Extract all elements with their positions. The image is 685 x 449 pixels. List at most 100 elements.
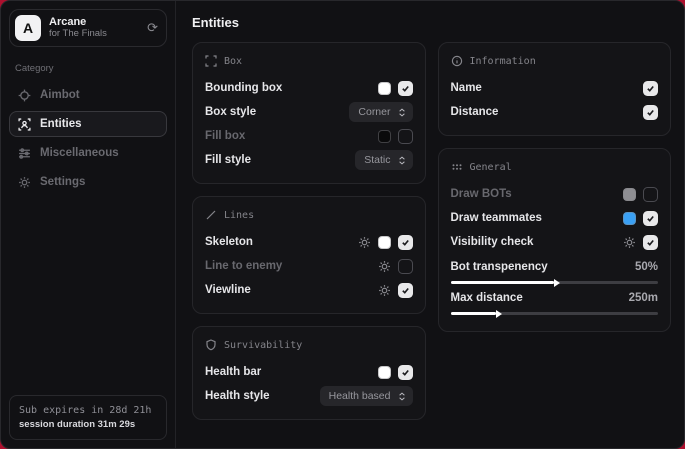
diagonal-line-icon (205, 209, 217, 221)
checkbox[interactable] (398, 235, 413, 250)
information-section: Information Name Distance (438, 42, 672, 136)
sidebar-item-miscellaneous[interactable]: Miscellaneous (9, 140, 167, 166)
setting-label: Viewline (205, 284, 251, 296)
section-title: Lines (224, 210, 254, 221)
setting-row-line-to-enemy: Line to enemy (205, 255, 413, 277)
chevron-up-down-icon (398, 391, 406, 402)
lines-section: Lines Skeleton Line to enemy (192, 196, 426, 314)
sidebar-item-entities[interactable]: Entities (9, 111, 167, 137)
setting-row-name: Name (451, 77, 659, 99)
brand-text: Arcane for The Finals (49, 16, 139, 40)
main-content: Entities Box Bounding box (176, 1, 684, 448)
setting-label: Distance (451, 106, 499, 118)
checkbox[interactable] (398, 365, 413, 380)
chevron-up-down-icon (398, 107, 406, 118)
setting-row-health-style: Health style Health based (205, 385, 413, 407)
session-duration-text: session duration 31m 29s (19, 418, 157, 432)
general-section-header: General (451, 161, 659, 173)
gear-icon (18, 176, 31, 189)
gear-icon[interactable] (378, 284, 391, 297)
checkbox[interactable] (643, 187, 658, 202)
fill-style-dropdown[interactable]: Static (355, 150, 412, 170)
sidebar: A Arcane for The Finals ⟳ Category Aimbo… (1, 1, 176, 448)
section-title: General (470, 162, 512, 173)
setting-row-health-bar: Health bar (205, 361, 413, 383)
setting-label: Health style (205, 390, 270, 402)
section-title: Information (470, 56, 536, 67)
sidebar-nav: Aimbot Entities Miscellaneous Settings (9, 82, 167, 395)
setting-label: Box style (205, 106, 256, 118)
section-title: Survivability (224, 340, 302, 351)
setting-row-fill-style: Fill style Static (205, 149, 413, 171)
information-section-header: Information (451, 55, 659, 67)
slider-label: Bot transpenency (451, 261, 548, 273)
sliders-icon (18, 147, 31, 160)
survivability-section-header: Survivability (205, 339, 413, 351)
dropdown-value: Corner (358, 106, 390, 118)
slider-fill (451, 281, 555, 284)
sidebar-item-label: Aimbot (40, 89, 80, 101)
setting-row-viewline: Viewline (205, 279, 413, 301)
box-scan-icon (205, 55, 217, 67)
checkbox[interactable] (398, 81, 413, 96)
page-title: Entities (192, 15, 671, 30)
gear-icon[interactable] (378, 260, 391, 273)
dropdown-value: Static (364, 154, 390, 166)
setting-label: Fill style (205, 154, 251, 166)
sub-expiry-text: Sub expires in 28d 21h (19, 403, 157, 418)
color-swatch[interactable] (378, 130, 391, 143)
setting-row-bounding-box: Bounding box (205, 77, 413, 99)
checkbox[interactable] (643, 105, 658, 120)
general-section: General Draw BOTs Draw teammates (438, 148, 672, 332)
setting-label: Fill box (205, 130, 245, 142)
checkbox[interactable] (398, 129, 413, 144)
setting-label: Draw BOTs (451, 188, 512, 200)
health-style-dropdown[interactable]: Health based (320, 386, 413, 406)
max-distance-slider[interactable] (451, 312, 659, 315)
setting-label: Name (451, 82, 482, 94)
setting-row-distance: Distance (451, 101, 659, 123)
slider-value: 50% (635, 261, 658, 273)
gear-icon[interactable] (358, 236, 371, 249)
sidebar-item-settings[interactable]: Settings (9, 169, 167, 195)
setting-row-box-style: Box style Corner (205, 101, 413, 123)
subscription-info: Sub expires in 28d 21h session duration … (9, 395, 167, 440)
app-logo: A (15, 15, 41, 41)
gear-icon[interactable] (623, 236, 636, 249)
grid-dots-icon (451, 161, 463, 173)
setting-row-skeleton: Skeleton (205, 231, 413, 253)
entities-icon (18, 118, 31, 131)
section-title: Box (224, 56, 242, 67)
setting-row-draw-bots: Draw BOTs (451, 183, 659, 205)
color-swatch[interactable] (378, 82, 391, 95)
survivability-section: Survivability Health bar Health style He… (192, 326, 426, 420)
color-swatch[interactable] (623, 212, 636, 225)
color-swatch[interactable] (378, 366, 391, 379)
app-name: Arcane (49, 16, 139, 29)
bot-transparency-slider[interactable] (451, 281, 659, 284)
dropdown-value: Health based (329, 390, 391, 402)
checkbox[interactable] (643, 211, 658, 226)
setting-row-draw-teammates: Draw teammates (451, 207, 659, 229)
desktop-background: { "app": { "name": "Arcane", "subtitle":… (0, 0, 685, 449)
info-icon (451, 55, 463, 67)
color-swatch[interactable] (378, 236, 391, 249)
sidebar-item-label: Miscellaneous (40, 147, 119, 159)
sidebar-item-aimbot[interactable]: Aimbot (9, 82, 167, 108)
checkbox[interactable] (643, 81, 658, 96)
max-distance-slider-group: Max distance 250m (451, 292, 659, 315)
box-style-dropdown[interactable]: Corner (349, 102, 412, 122)
setting-label: Health bar (205, 366, 261, 378)
sync-icon[interactable]: ⟳ (147, 21, 158, 36)
lines-section-header: Lines (205, 209, 413, 221)
color-swatch[interactable] (623, 188, 636, 201)
box-section-header: Box (205, 55, 413, 67)
setting-label: Line to enemy (205, 260, 282, 272)
bot-transparency-slider-group: Bot transpenency 50% (451, 261, 659, 284)
app-window: A Arcane for The Finals ⟳ Category Aimbo… (0, 0, 685, 449)
checkbox[interactable] (398, 259, 413, 274)
checkbox[interactable] (643, 235, 658, 250)
checkbox[interactable] (398, 283, 413, 298)
app-subtitle: for The Finals (49, 29, 139, 40)
setting-label: Skeleton (205, 236, 253, 248)
